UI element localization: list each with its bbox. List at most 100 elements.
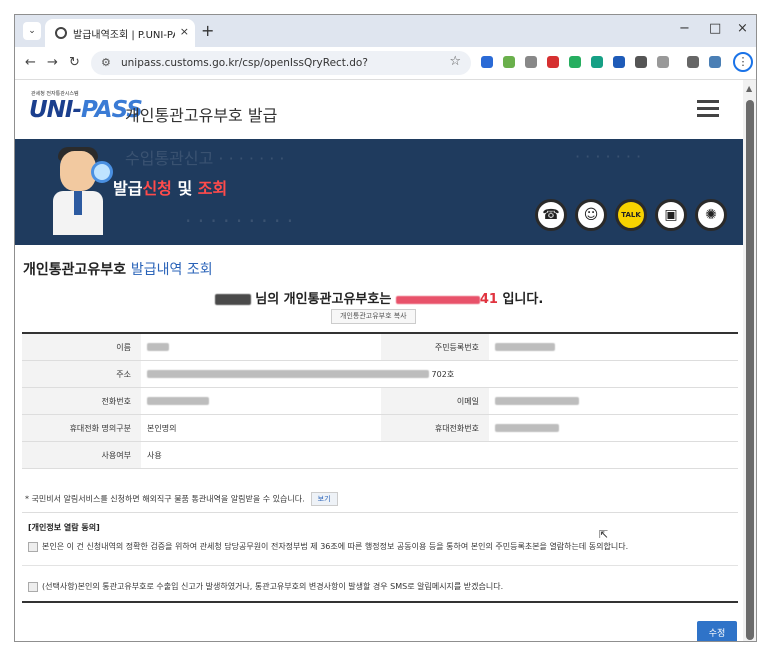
divider <box>22 601 738 603</box>
browser-tab[interactable]: 발급내역조회 | P.UNI-PASS 개( × <box>45 19 195 47</box>
heading-black: 개인통관고유부호 <box>23 262 131 278</box>
address-label: 주소 <box>22 360 141 388</box>
email-value <box>489 387 738 415</box>
page-heading: 개인통관고유부호 발급내역 조회 <box>23 259 213 279</box>
mouse-cursor-icon: ⇱ <box>599 528 609 541</box>
usage-label: 사용여부 <box>22 441 141 469</box>
profile-avatar-icon[interactable] <box>709 56 721 68</box>
agreement-text-1: 본인은 이 건 신청내역의 정확한 검증을 위하여 관세청 담당공무원이 전자정… <box>42 542 629 551</box>
banner-title-d: 조회 <box>197 179 228 198</box>
rrn-label: 주민등록번호 <box>381 333 489 361</box>
copy-code-button[interactable]: 개인통관고유부호 복사 <box>331 309 416 324</box>
notice-mid: 님의 개인통관고유부호는 <box>250 292 396 307</box>
agreement-item-1: 본인은 이 건 신청내역의 정확한 검증을 위하여 관세청 담당공무원이 전자정… <box>28 541 628 552</box>
tab-title: 발급내역조회 | P.UNI-PASS 개( <box>73 30 175 41</box>
extension-shield-icon[interactable] <box>525 56 537 68</box>
edit-button[interactable]: 수정 <box>697 621 737 641</box>
banner-bg-text: 수입통관신고 · · · · · · · <box>125 149 285 168</box>
divider <box>22 565 738 566</box>
maximize-button[interactable]: □ <box>709 21 721 36</box>
customs-emblem-icon[interactable]: ✺ <box>695 199 727 231</box>
extension-globe-icon[interactable] <box>591 56 603 68</box>
page-content: 관세청 전자통관시스템 UNI-PASS 개인통관고유부호 발급 수입통관신고 … <box>15 80 743 641</box>
address-value: 702호 <box>141 360 738 388</box>
back-icon[interactable]: ← <box>25 55 36 70</box>
site-title: 개인통관고유부호 발급 <box>125 106 278 125</box>
talk-icon[interactable]: TALK <box>615 199 647 231</box>
forward-icon[interactable]: → <box>47 55 58 70</box>
phone-icon[interactable]: ☎ <box>535 199 567 231</box>
banner-title: 발급신청 및 조회 <box>113 175 227 199</box>
mobile-type-value: 본인명의 <box>141 414 381 442</box>
extension-v-icon[interactable] <box>613 56 625 68</box>
address-suffix: 702호 <box>431 369 455 379</box>
agreement-text-2: (선택사항)본인의 통관고유부호로 수출입 신고가 발생하였거나, 통관고유부호… <box>42 582 504 591</box>
mobile-value <box>489 414 738 442</box>
table-row: 휴대전화 명의구분 본인명의 휴대전화번호 <box>22 414 738 442</box>
mobile-label: 휴대전화번호 <box>381 414 489 442</box>
banner-bg-text: · · · · · · · <box>575 147 642 166</box>
redacted-code <box>395 295 480 304</box>
usage-value: 사용 <box>141 441 738 469</box>
info-table: 이름 주민등록번호 주소 702호 전화번호 이메일 휴대전화 명의구분 본인명… <box>22 332 738 469</box>
screen-icon[interactable]: ▣ <box>655 199 687 231</box>
tab-search-icon[interactable]: ⌄ <box>23 22 41 40</box>
banner: 수입통관신고 · · · · · · · · · · · · · · · · ·… <box>15 139 743 245</box>
agreement-checkbox-1[interactable] <box>28 541 38 552</box>
notice-digits: 41 <box>479 292 498 307</box>
character-tie <box>74 191 82 215</box>
extension-leaf-icon[interactable] <box>503 56 515 68</box>
agreement-item-2: (선택사항)본인의 통관고유부호로 수출입 신고가 발생하였거나, 통관고유부호… <box>28 581 503 592</box>
phone-label: 전화번호 <box>22 387 141 415</box>
phone-value <box>141 387 381 415</box>
banner-title-c: 및 <box>171 179 198 198</box>
reading-list-icon[interactable] <box>687 56 699 68</box>
redacted-name <box>214 294 251 305</box>
extension-box-icon[interactable] <box>635 56 647 68</box>
view-button[interactable]: 보기 <box>310 492 338 506</box>
banner-title-b: 신청 <box>142 179 172 198</box>
mobile-type-label: 휴대전화 명의구분 <box>22 414 141 442</box>
new-tab-button[interactable]: + <box>201 21 214 40</box>
privacy-agreement: [개인정보 열람 동의] 본인은 이 건 신청내역의 정확한 검증을 위하여 관… <box>22 512 738 603</box>
chatbot-icon[interactable]: ☺ <box>575 199 607 231</box>
notice-end: 입니다. <box>497 292 544 307</box>
scroll-thumb[interactable] <box>746 100 754 640</box>
hamburger-menu-icon[interactable] <box>697 100 719 118</box>
reload-icon[interactable]: ↻ <box>69 55 80 70</box>
email-label: 이메일 <box>381 387 489 415</box>
rrn-value <box>489 333 738 361</box>
menu-kebab-icon[interactable]: ⋮ <box>733 52 753 72</box>
browser-toolbar: ← → ↻ ⚙ unipass.customs.go.kr/csp/openIs… <box>15 47 756 80</box>
agreement-title: [개인정보 열람 동의] <box>28 523 100 532</box>
table-row: 전화번호 이메일 <box>22 387 738 415</box>
site-info-icon[interactable]: ⚙ <box>101 56 111 69</box>
logo-uni: UNI- <box>29 97 82 123</box>
extensions-puzzle-icon[interactable] <box>657 56 669 68</box>
alert-service-note: * 국민비서 알림서비스를 신청하면 해외직구 물품 통관내역을 알림받을 수 … <box>25 492 338 506</box>
banner-title-a: 발급 <box>113 179 143 198</box>
name-label: 이름 <box>22 333 141 361</box>
browser-window: ⌄ 발급내역조회 | P.UNI-PASS 개( × + − □ × ← → ↻… <box>14 14 757 642</box>
tab-close-icon[interactable]: × <box>180 25 189 38</box>
footnote-text: * 국민비서 알림서비스를 신청하면 해외직구 물품 통관내역을 알림받을 수 … <box>25 494 305 504</box>
close-window-button[interactable]: × <box>737 21 748 36</box>
address-bar[interactable]: ⚙ unipass.customs.go.kr/csp/openIssQryRe… <box>91 51 471 75</box>
extension-arrow-icon[interactable] <box>481 56 493 68</box>
page-scrollbar[interactable]: ▲ <box>743 80 756 641</box>
magnifier-icon <box>91 161 113 183</box>
table-row: 이름 주민등록번호 <box>22 333 738 361</box>
name-value <box>141 333 381 361</box>
agreement-checkbox-2[interactable] <box>28 581 38 592</box>
scroll-up-icon[interactable]: ▲ <box>746 84 752 93</box>
customs-code-notice: 님의 개인통관고유부호는 41 입니다. <box>15 288 743 307</box>
extension-green-icon[interactable] <box>569 56 581 68</box>
extension-red-icon[interactable] <box>547 56 559 68</box>
table-row: 사용여부 사용 <box>22 441 738 469</box>
bookmark-star-icon[interactable]: ☆ <box>449 54 461 69</box>
minimize-button[interactable]: − <box>679 21 690 36</box>
heading-blue: 발급내역 조회 <box>130 262 213 278</box>
banner-bg-text: · · · · · · · · · <box>185 209 294 233</box>
logo-subtitle: 관세청 전자통관시스템 <box>31 91 79 97</box>
tab-bar: ⌄ 발급내역조회 | P.UNI-PASS 개( × + − □ × <box>15 15 756 47</box>
